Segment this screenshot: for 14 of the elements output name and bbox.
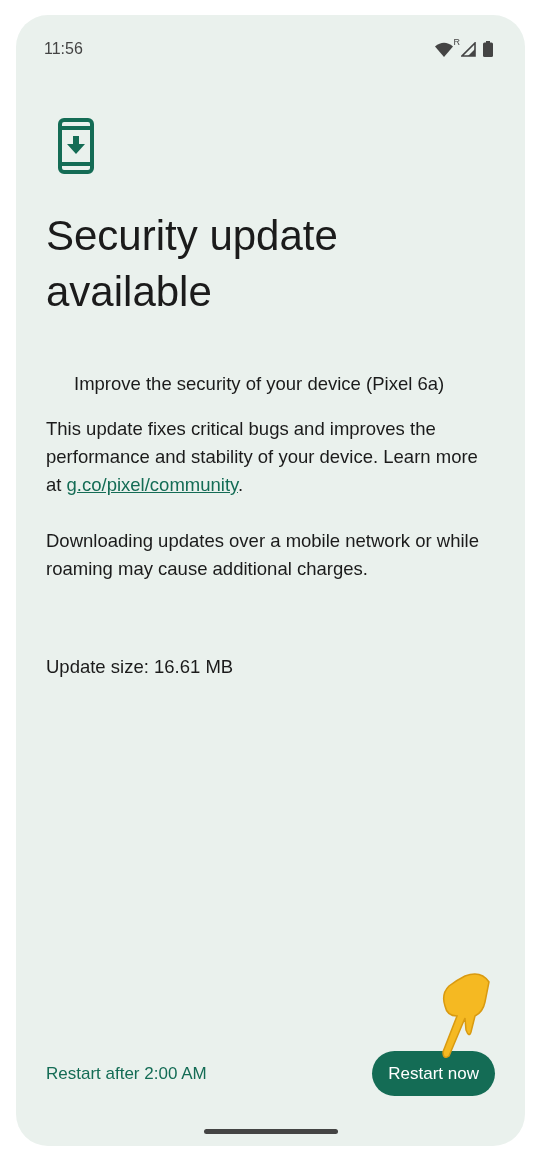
community-link[interactable]: g.co/pixel/community — [66, 474, 238, 495]
status-time: 11:56 — [44, 40, 83, 58]
restart-later-button[interactable]: Restart after 2:00 AM — [46, 1055, 207, 1092]
phone-download-icon — [58, 118, 94, 174]
description-text: This update fixes critical bugs and improves the performance and stability of your device. Learn more at g.co/pixel/community. — [46, 417, 479, 497]
signal-icon — [461, 41, 476, 57]
update-size: Update size: 16.61 MB — [46, 655, 235, 679]
subtitle: Improve the security of your device (Pixel 6a) — [74, 373, 446, 395]
page-title: Security update available — [46, 211, 339, 317]
battery-icon — [483, 41, 493, 57]
restart-now-button[interactable]: Restart now — [372, 1051, 495, 1096]
charges-notice: Downloading updates over a mobile network or while roaming may cause additional charges. — [46, 529, 480, 581]
wifi-icon — [434, 41, 453, 57]
roaming-indicator: R — [453, 37, 460, 47]
